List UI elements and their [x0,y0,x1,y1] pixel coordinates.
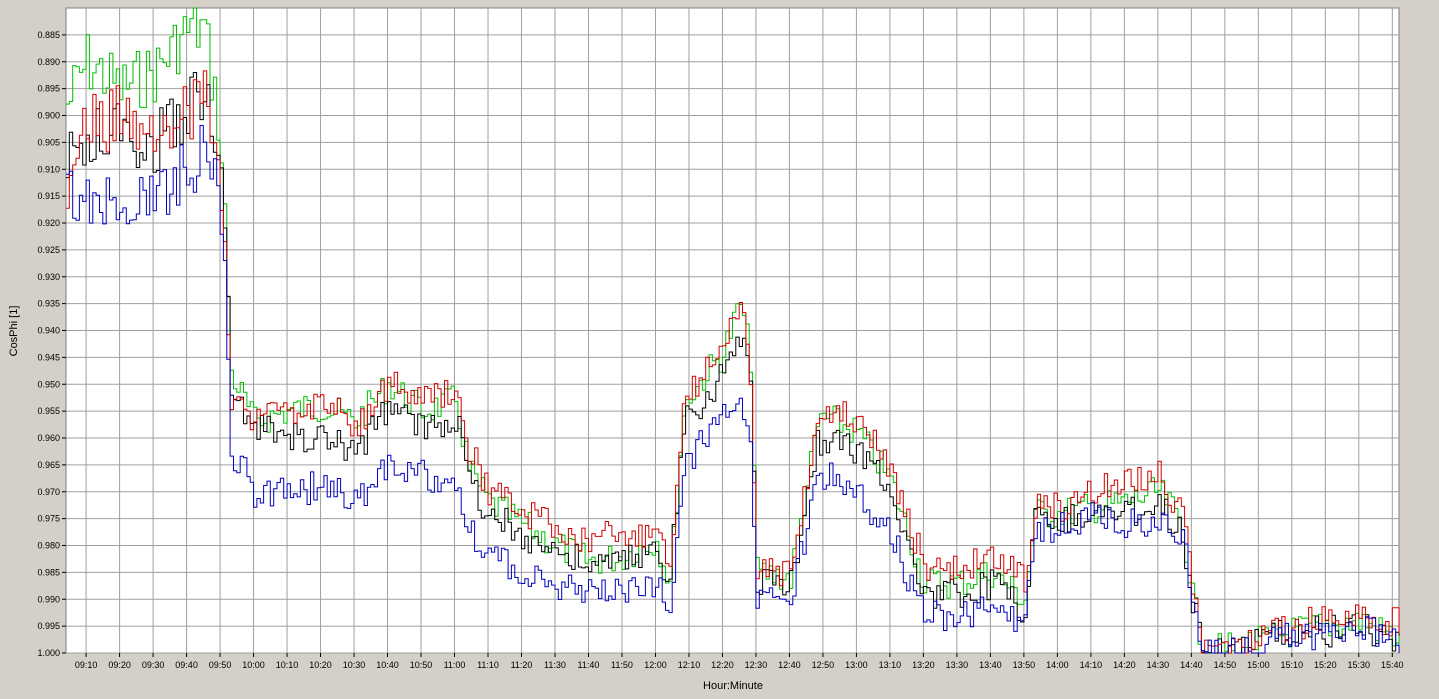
x-tick-label: 13:10 [879,660,902,670]
y-tick-label: 0.900 [37,111,60,121]
y-tick-label: 0.960 [37,433,60,443]
y-tick-label: 0.990 [37,594,60,604]
x-tick-label: 15:10 [1281,660,1304,670]
x-tick-label: 13:30 [946,660,969,670]
x-tick-label: 11:10 [477,660,499,670]
x-tick-label: 15:20 [1314,660,1337,670]
x-tick-label: 09:10 [75,660,98,670]
x-tick-label: 12:00 [644,660,667,670]
y-tick-labels: 0.885 0.890 0.895 0.900 0.905 0.910 0.915 0.920… [37,30,66,658]
x-tick-label: 10:10 [276,660,299,670]
x-tick-label: 15:30 [1348,660,1371,670]
x-tick-label: 14:50 [1214,660,1237,670]
x-tick-label: 10:00 [242,660,265,670]
y-tick-label: 0.970 [37,487,60,497]
y-tick-label: 0.975 [37,514,60,524]
x-tick-label: 09:20 [108,660,131,670]
y-tick-label: 0.890 [37,57,60,67]
x-tick-label: 11:00 [444,660,466,670]
y-tick-label: 0.905 [37,137,60,147]
x-tick-label: 12:30 [745,660,768,670]
x-tick-label: 14:10 [1080,660,1103,670]
x-tick-label: 10:20 [309,660,332,670]
x-tick-label: 14:40 [1180,660,1203,670]
chart: 0.885 0.890 0.895 0.900 0.905 0.910 0.915 0.920… [8,7,1404,692]
y-tick-label: 0.915 [37,191,60,201]
x-tick-label: 14:20 [1113,660,1136,670]
x-tick-label: 12:20 [711,660,734,670]
y-tick-label: 0.985 [37,567,60,577]
y-tick-label: 0.920 [37,218,60,228]
x-tick-label: 13:40 [979,660,1002,670]
x-tick-label: 15:00 [1247,660,1270,670]
x-tick-label: 14:30 [1147,660,1170,670]
x-tick-label: 13:00 [845,660,868,670]
y-tick-label: 0.925 [37,245,60,255]
x-tick-label: 11:20 [511,660,533,670]
y-tick-label: 0.940 [37,326,60,336]
y-tick-label: 0.945 [37,352,60,362]
x-tick-label: 13:50 [1013,660,1036,670]
y-tick-label: 0.955 [37,406,60,416]
x-tick-label: 10:30 [343,660,366,670]
y-tick-label: 0.950 [37,379,60,389]
x-tick-label: 15:40 [1381,660,1404,670]
x-tick-label: 11:50 [611,660,633,670]
x-axis-title: Hour:Minute [703,680,763,692]
x-tick-label: 09:50 [209,660,232,670]
x-tick-label: 10:40 [376,660,399,670]
x-tick-label: 14:00 [1046,660,1069,670]
y-tick-label: 0.930 [37,272,60,282]
x-tick-label: 12:40 [778,660,801,670]
x-tick-label: 13:20 [912,660,935,670]
x-tick-label: 12:50 [812,660,835,670]
y-tick-label: 1.000 [37,648,60,658]
y-axis-title: CosPhi [1] [8,306,20,357]
x-tick-label: 09:40 [175,660,198,670]
x-tick-label: 09:30 [142,660,165,670]
y-tick-label: 0.995 [37,621,60,631]
y-tick-label: 0.910 [37,164,60,174]
y-tick-label: 0.885 [37,30,60,40]
y-tick-label: 0.980 [37,541,60,551]
x-tick-label: 11:30 [544,660,566,670]
y-tick-label: 0.965 [37,460,60,470]
y-tick-label: 0.935 [37,299,60,309]
x-tick-label: 10:50 [410,660,433,670]
x-tick-label: 11:40 [578,660,600,670]
x-tick-label: 12:10 [678,660,701,670]
x-tick-labels: 09:10 09:20 09:30 09:40 09:50 10:00 10:10 10:20… [75,653,1404,670]
y-tick-label: 0.895 [37,84,60,94]
